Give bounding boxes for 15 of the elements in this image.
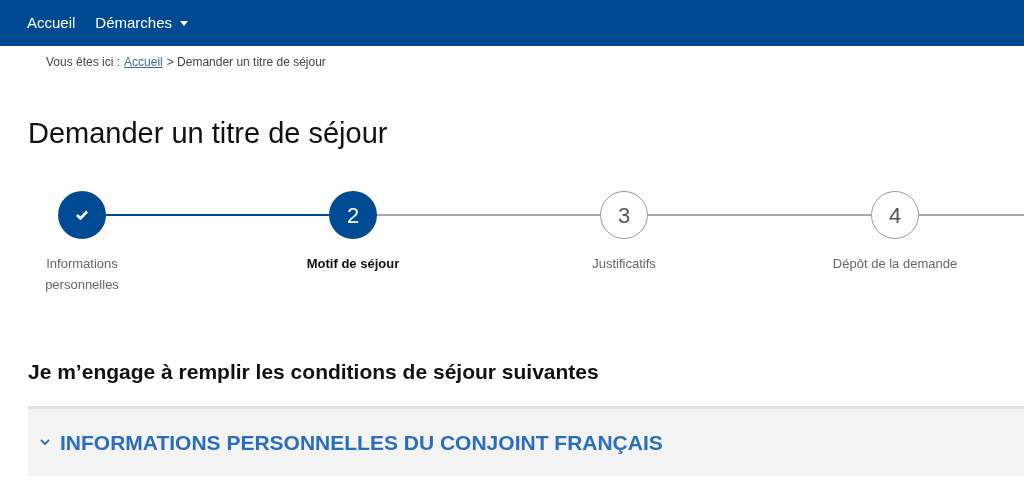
breadcrumb-prefix: Vous êtes ici : (46, 54, 121, 71)
page-title: Demander un titre de séjour (28, 116, 389, 151)
accordion-header[interactable]: INFORMATIONS PERSONNELLES DU CONJOINT FRANÇAIS (28, 406, 1024, 476)
nav-link[interactable]: Accueil (27, 11, 76, 35)
check-icon (76, 210, 88, 220)
caret-icon (180, 20, 189, 26)
accordion-title: INFORMATIONS PERSONNELLES DU CONJOINT FRANÇAIS (60, 429, 663, 456)
section-title: Je m’engage à remplir les conditions de séjour suivantes (28, 359, 600, 385)
step-label: Justificatifs (591, 255, 657, 273)
breadcrumb-link[interactable]: Accueil (124, 53, 163, 71)
nav-dropdown[interactable]: Démarches (95, 11, 189, 35)
step-label: Motif de séjour (305, 255, 401, 273)
step-label: Informations personnelles (44, 255, 120, 294)
step-label: Dépôt de la demande (831, 255, 959, 273)
breadcrumb-current: > Demander un titre de séjour (166, 54, 326, 71)
